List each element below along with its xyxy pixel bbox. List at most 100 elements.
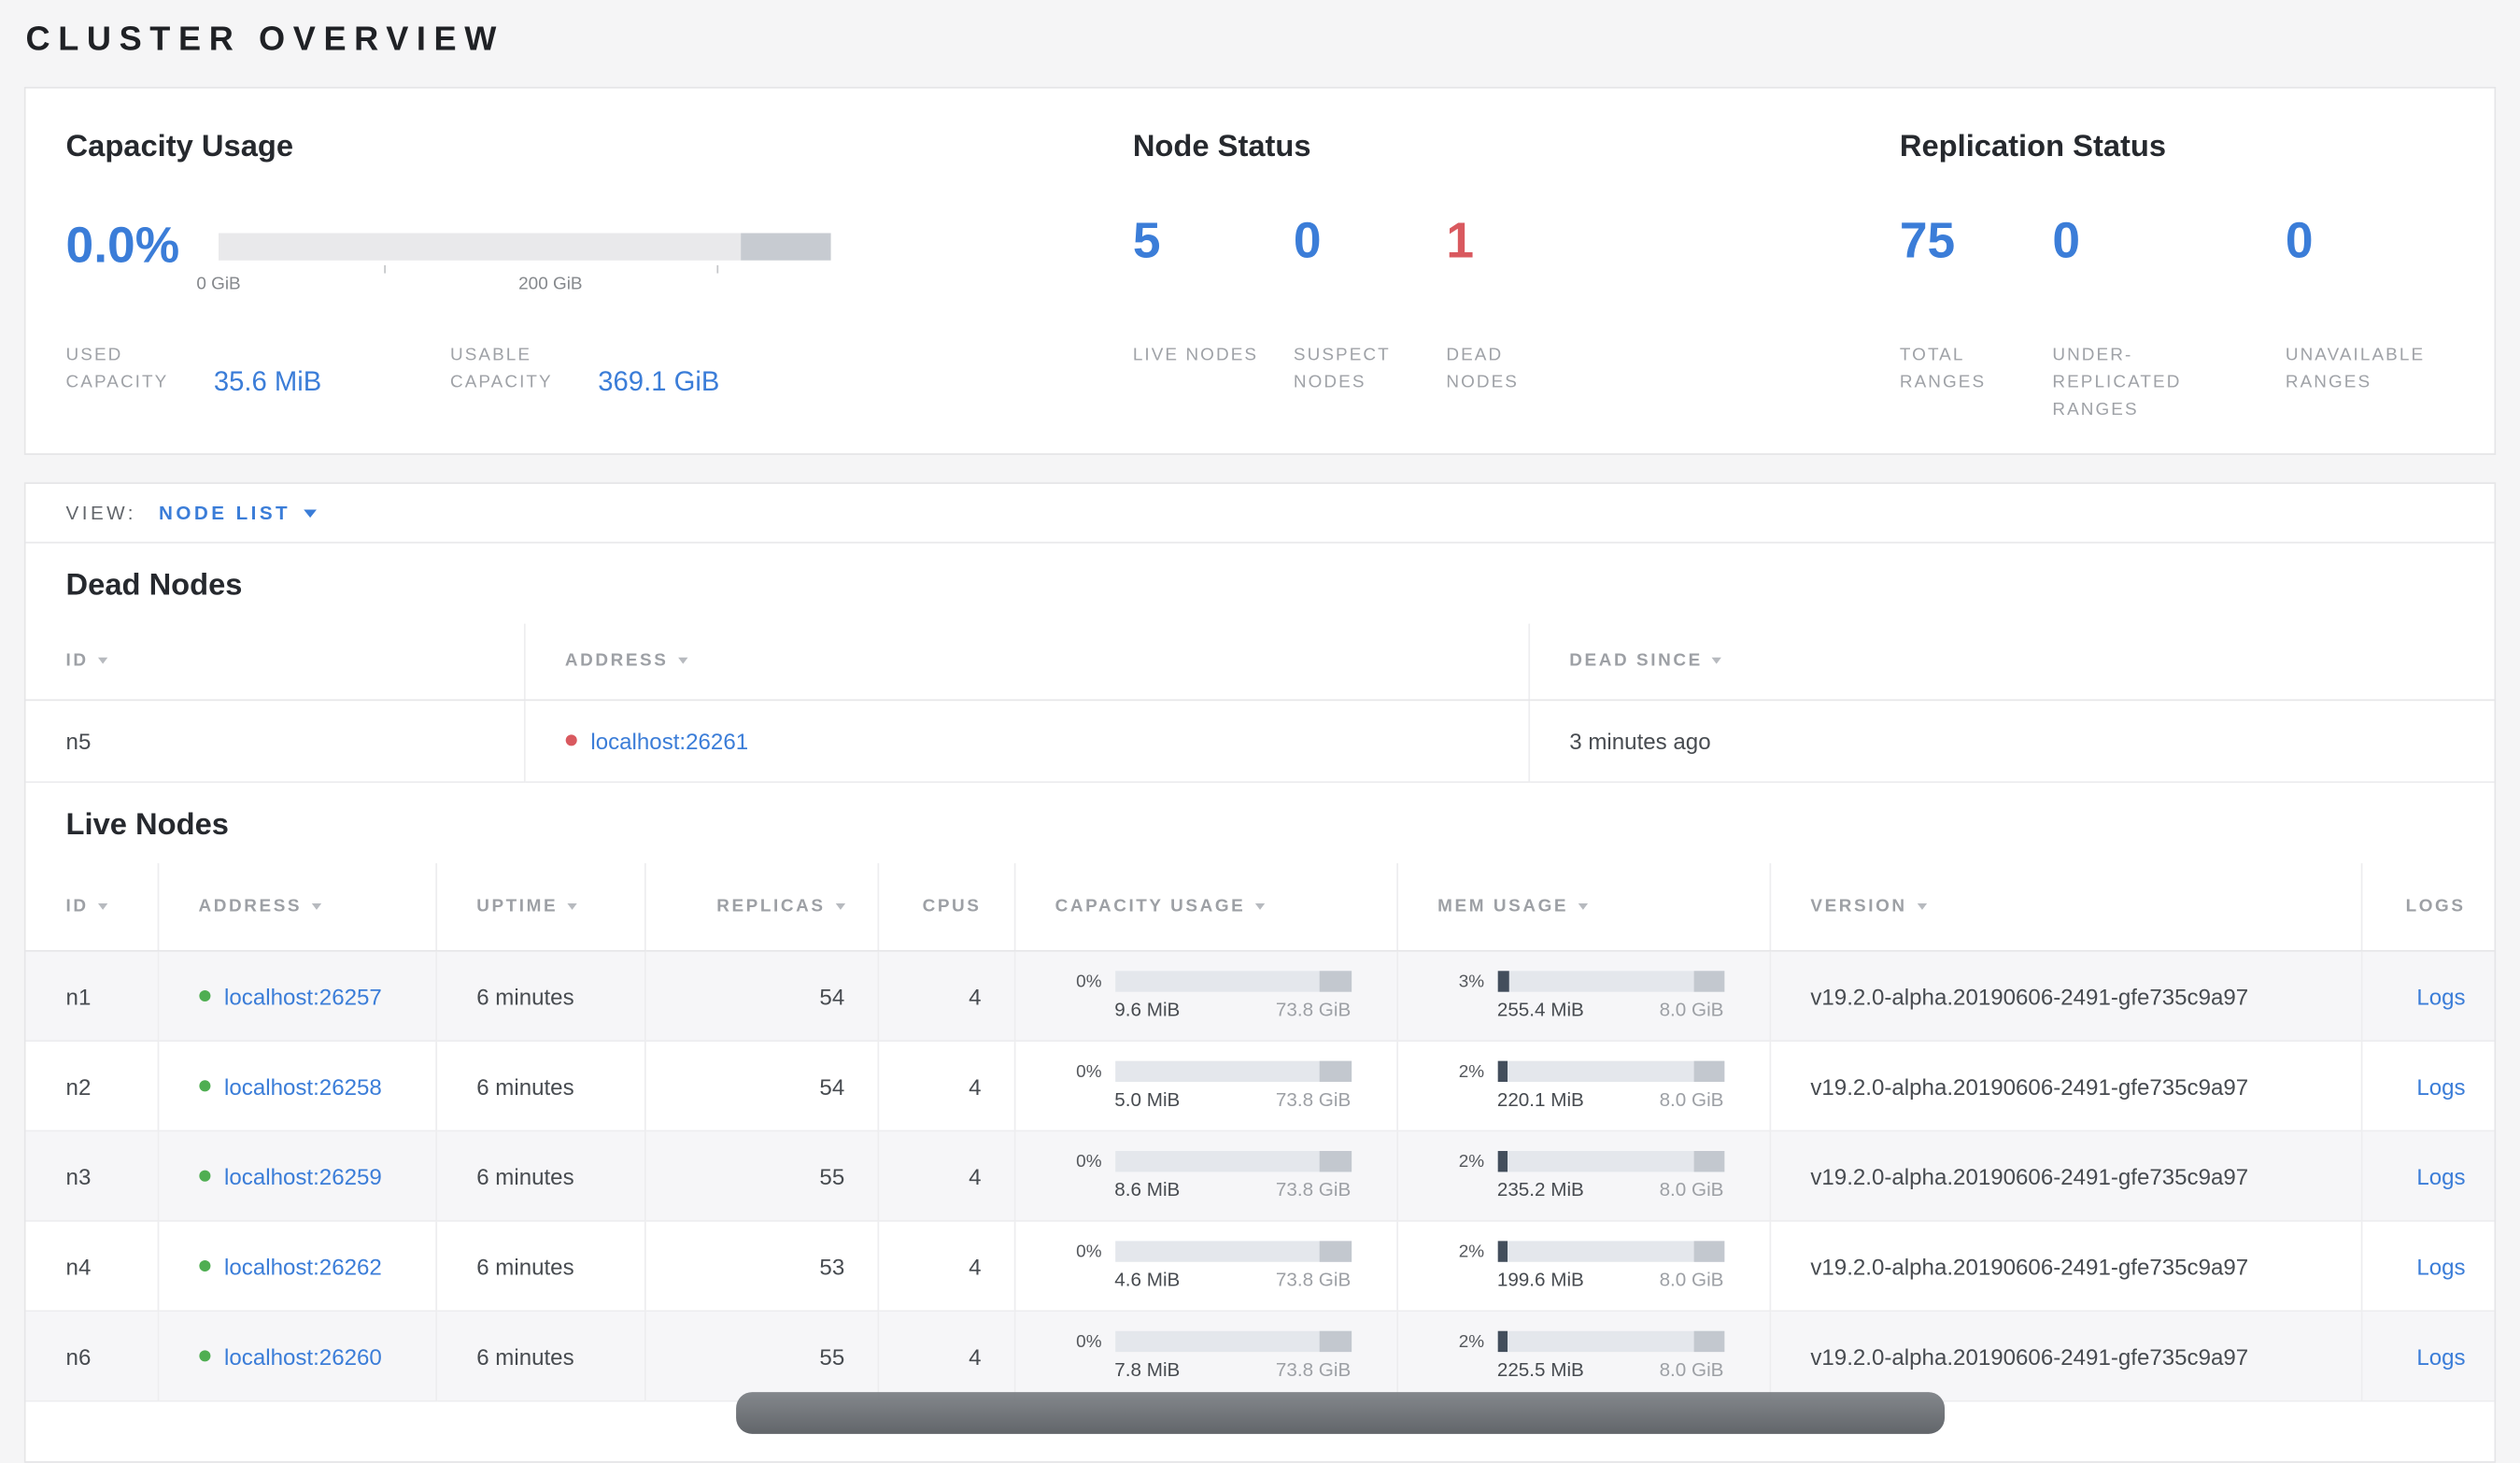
capacity-usage: 0% 4.6 MiB 73.8 GiB bbox=[1047, 1241, 1352, 1291]
capacity-usage-cell: 0% 9.6 MiB 73.8 GiB bbox=[1013, 950, 1398, 1043]
replicas-cell: 54 bbox=[644, 1041, 879, 1132]
capacity-usage-values: 4.6 MiB 73.8 GiB bbox=[1114, 1269, 1351, 1291]
memory-usage-values: 255.4 MiB 8.0 GiB bbox=[1497, 999, 1724, 1021]
node-id-cell: n5 bbox=[25, 699, 525, 783]
memory-usage-top: 3% bbox=[1430, 971, 1724, 992]
memory-usage-values: 220.1 MiB 8.0 GiB bbox=[1497, 1088, 1724, 1111]
column-header-label: ID bbox=[65, 651, 89, 671]
logs-link[interactable]: Logs bbox=[2416, 1163, 2465, 1189]
memory-usage-percent: 2% bbox=[1458, 1242, 1485, 1261]
column-header-id[interactable]: ID bbox=[25, 862, 159, 952]
usable-capacity: USABLE CAPACITY 369.1 GiB bbox=[450, 343, 719, 397]
table-row: n3 localhost:26259 6 minutes 55 4 0% 8.6 MiB 73… bbox=[25, 1130, 2495, 1222]
logs-link[interactable]: Logs bbox=[2416, 1073, 2465, 1100]
node-status-title: Node Status bbox=[1132, 130, 1311, 164]
capacity-used-value: 7.8 MiB bbox=[1114, 1357, 1181, 1382]
capacity-usage: 0% 7.8 MiB 73.8 GiB bbox=[1047, 1330, 1352, 1382]
used-capacity-label: USED CAPACITY bbox=[65, 345, 169, 392]
node-status-section: Node Status 5 LIVE NODES 0 SUSPECT NODES… bbox=[1133, 130, 1900, 453]
logs-cell: Logs bbox=[2360, 1220, 2495, 1313]
node-id-cell: n6 bbox=[25, 1311, 159, 1402]
memory-usage-top: 2% bbox=[1430, 1241, 1724, 1262]
logs-link[interactable]: Logs bbox=[2416, 1253, 2465, 1279]
capacity-usage-values: 5.0 MiB 73.8 GiB bbox=[1114, 1088, 1351, 1111]
live-node-dot-icon bbox=[198, 1170, 210, 1182]
suspect-nodes-stat: 0 SUSPECT NODES bbox=[1294, 210, 1446, 397]
sort-arrow-icon bbox=[97, 658, 108, 665]
dead-nodes-table: ID ADDRESS DEAD SINCE n5 localhost:26261 3 mi… bbox=[25, 623, 2495, 783]
mem-usage-cell: 2% 225.5 MiB 8.0 GiB bbox=[1396, 1311, 1771, 1402]
capacity-usage-percent: 0% bbox=[1076, 1242, 1102, 1261]
capacity-usage-percent: 0% bbox=[1076, 1061, 1102, 1082]
mem-usage-cell: 2% 220.1 MiB 8.0 GiB bbox=[1396, 1041, 1771, 1132]
nodes-card: VIEW: NODE LIST Dead Nodes ID ADDRESS DEAD… bbox=[23, 482, 2497, 1463]
node-address-link[interactable]: localhost:26258 bbox=[224, 1073, 382, 1100]
memory-usage-bar bbox=[1496, 1330, 1724, 1353]
column-header-address[interactable]: ADDRESS bbox=[157, 862, 437, 952]
cluster-summary-card: Capacity Usage 0.0% 0 GiB 200 GiB USED CA… bbox=[23, 86, 2497, 455]
version-cell: v19.2.0-alpha.20190606-2491-gfe735c9a97 bbox=[1769, 1041, 2362, 1132]
capacity-bar: 0 GiB 200 GiB bbox=[196, 232, 831, 293]
logs-cell: Logs bbox=[2360, 1041, 2495, 1132]
capacity-usage-bar bbox=[1114, 971, 1352, 992]
column-header-dead-since[interactable]: DEAD SINCE bbox=[1528, 623, 2495, 701]
column-header-label: ADDRESS bbox=[198, 896, 303, 916]
capacity-usage-section: Capacity Usage 0.0% 0 GiB 200 GiB USED CA… bbox=[66, 130, 1133, 453]
memory-total-value: 8.0 GiB bbox=[1659, 1178, 1724, 1201]
column-header-address[interactable]: ADDRESS bbox=[523, 623, 1530, 701]
uptime-cell: 6 minutes bbox=[435, 1311, 645, 1402]
capacity-usage-bar bbox=[1114, 1151, 1352, 1172]
mem-usage-cell: 3% 255.4 MiB 8.0 GiB bbox=[1396, 950, 1771, 1043]
logs-link[interactable]: Logs bbox=[2416, 983, 2465, 1009]
memory-usage-top: 2% bbox=[1430, 1060, 1724, 1083]
memory-total-value: 8.0 GiB bbox=[1659, 1268, 1724, 1291]
node-id-cell: n4 bbox=[25, 1220, 159, 1313]
sort-arrow-icon bbox=[311, 902, 321, 910]
sort-arrow-icon bbox=[97, 902, 108, 910]
capacity-usage-cell: 0% 7.8 MiB 73.8 GiB bbox=[1013, 1311, 1398, 1402]
logs-link[interactable]: Logs bbox=[2416, 1343, 2465, 1370]
node-address: localhost:26258 bbox=[198, 1073, 434, 1100]
replicas-cell: 53 bbox=[644, 1220, 879, 1313]
memory-total-value: 8.0 GiB bbox=[1659, 1357, 1724, 1382]
column-header-mem-usage[interactable]: MEM USAGE bbox=[1396, 862, 1771, 952]
column-header-logs: LOGS bbox=[2360, 862, 2495, 952]
live-nodes-count: 5 bbox=[1132, 212, 1161, 269]
replicas-cell: 54 bbox=[644, 950, 879, 1043]
axis-label: 0 GiB bbox=[196, 274, 241, 294]
capacity-usage-top: 0% bbox=[1047, 971, 1352, 992]
version-cell: v19.2.0-alpha.20190606-2491-gfe735c9a97 bbox=[1769, 1220, 2362, 1313]
cpus-cell: 4 bbox=[877, 1130, 1015, 1222]
replicas-cell: 55 bbox=[644, 1311, 879, 1402]
column-header-label: MEM USAGE bbox=[1437, 896, 1569, 916]
node-address-link[interactable]: localhost:26261 bbox=[590, 728, 748, 754]
view-dropdown-value[interactable]: NODE LIST bbox=[159, 502, 290, 524]
node-address: localhost:26260 bbox=[198, 1343, 434, 1370]
node-address: localhost:26262 bbox=[198, 1253, 434, 1279]
node-address-link[interactable]: localhost:26257 bbox=[224, 983, 382, 1009]
column-header-label: DEAD SINCE bbox=[1569, 651, 1703, 671]
memory-total-value: 8.0 GiB bbox=[1659, 998, 1724, 1021]
node-address-link[interactable]: localhost:26260 bbox=[224, 1343, 382, 1370]
dead-nodes-title: Dead Nodes bbox=[65, 569, 243, 604]
column-header-id[interactable]: ID bbox=[25, 623, 525, 701]
capacity-bar-track bbox=[219, 232, 831, 260]
view-dropdown[interactable]: NODE LIST bbox=[159, 502, 317, 524]
table-header-row: ID ADDRESS UPTIME REPLICAS CPUS CAPACITY USAG… bbox=[25, 862, 2495, 952]
capacity-total-value: 73.8 GiB bbox=[1275, 1178, 1352, 1201]
cpus-cell: 4 bbox=[877, 950, 1015, 1043]
capacity-usage-values: 8.6 MiB 73.8 GiB bbox=[1114, 1178, 1351, 1200]
sort-arrow-icon bbox=[1578, 902, 1588, 910]
memory-usage: 2% 220.1 MiB 8.0 GiB bbox=[1430, 1060, 1724, 1111]
memory-usage-top: 2% bbox=[1430, 1151, 1724, 1172]
column-header-label: ADDRESS bbox=[564, 651, 669, 671]
memory-usage-values: 199.6 MiB 8.0 GiB bbox=[1497, 1269, 1724, 1291]
column-header-uptime[interactable]: UPTIME bbox=[435, 862, 645, 952]
column-header-capacity-usage[interactable]: CAPACITY USAGE bbox=[1013, 862, 1398, 952]
node-address-link[interactable]: localhost:26262 bbox=[224, 1253, 382, 1279]
node-address-link[interactable]: localhost:26259 bbox=[224, 1163, 382, 1189]
column-header-version[interactable]: VERSION bbox=[1769, 862, 2362, 952]
capacity-used-value: 5.0 MiB bbox=[1114, 1087, 1181, 1112]
column-header-replicas[interactable]: REPLICAS bbox=[644, 862, 879, 952]
memory-usage-bar bbox=[1496, 1241, 1724, 1262]
